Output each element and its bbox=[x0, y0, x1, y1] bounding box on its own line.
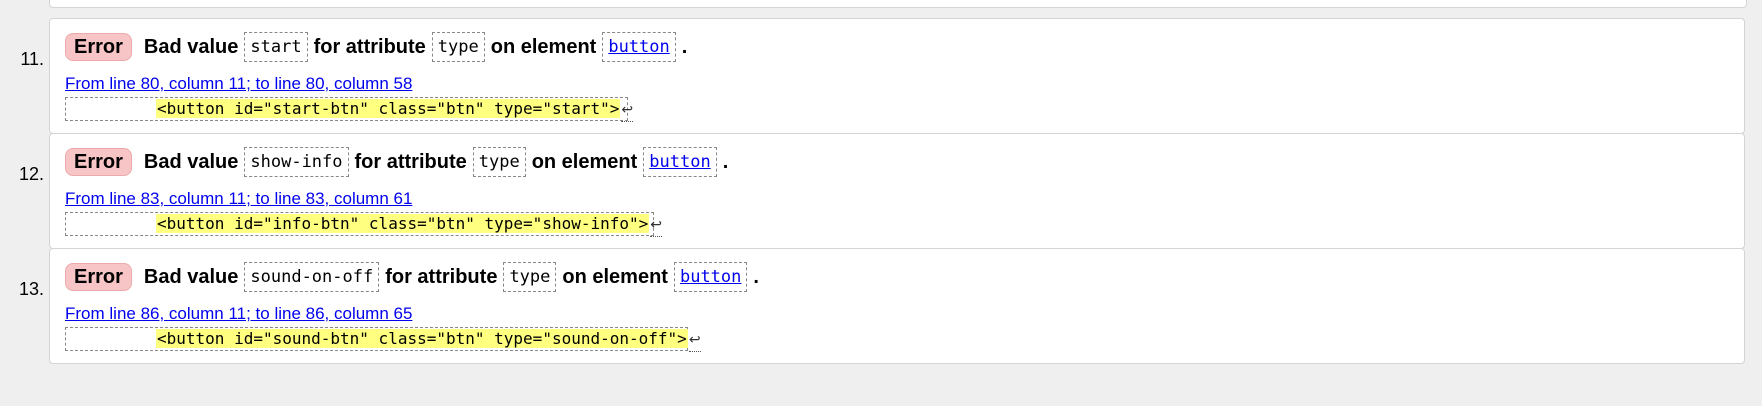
entry-number: 12. bbox=[18, 164, 44, 184]
entry-number: 11. bbox=[20, 49, 44, 69]
message-text: on element bbox=[562, 265, 668, 288]
message-text: on element bbox=[490, 35, 597, 58]
element-link[interactable]: button bbox=[673, 262, 748, 292]
message-text: Bad value bbox=[143, 150, 239, 173]
message-period: . bbox=[722, 150, 729, 173]
source-location-link[interactable]: From line 80, column 11; to line 80, col… bbox=[65, 74, 412, 94]
error-card: Error Bad value start for attribute type… bbox=[49, 18, 1745, 134]
highlighted-code: <button id="info-btn" class="btn" type="… bbox=[156, 214, 650, 233]
error-entry: 12. Error Bad value show-info for attrib… bbox=[0, 133, 1762, 251]
message-text: Bad value bbox=[143, 265, 239, 288]
error-message: Error Bad value start for attribute type… bbox=[65, 31, 687, 63]
error-message: Error Bad value sound-on-off for attribu… bbox=[65, 261, 759, 293]
error-badge: Error bbox=[65, 263, 132, 291]
return-icon: ↩ bbox=[621, 99, 634, 122]
return-icon: ↩ bbox=[650, 214, 663, 237]
message-period: . bbox=[681, 35, 688, 58]
previous-entry-card bbox=[49, 0, 1747, 8]
error-badge: Error bbox=[65, 33, 132, 61]
error-entry: 11. Error Bad value start for attribute … bbox=[0, 18, 1762, 136]
bad-value-code: sound-on-off bbox=[244, 262, 380, 292]
attribute-code: type bbox=[472, 147, 526, 177]
error-card: Error Bad value sound-on-off for attribu… bbox=[49, 248, 1745, 364]
code-extract: <button id="start-btn" class="btn" type=… bbox=[65, 97, 634, 122]
highlighted-code: <button id="start-btn" class="btn" type=… bbox=[156, 99, 621, 118]
highlighted-code: <button id="sound-btn" class="btn" type=… bbox=[156, 329, 688, 348]
message-text: Bad value bbox=[143, 35, 239, 58]
source-location-link[interactable]: From line 86, column 11; to line 86, col… bbox=[65, 304, 412, 324]
error-entry: 13. Error Bad value sound-on-off for att… bbox=[0, 248, 1762, 366]
error-badge: Error bbox=[65, 148, 132, 176]
message-text: for attribute bbox=[354, 150, 467, 173]
attribute-code: type bbox=[503, 262, 557, 292]
bad-value-code: show-info bbox=[244, 147, 349, 177]
source-location-link[interactable]: From line 83, column 11; to line 83, col… bbox=[65, 189, 412, 209]
message-text: on element bbox=[531, 150, 638, 173]
element-link[interactable]: button bbox=[643, 147, 717, 177]
element-link[interactable]: button bbox=[602, 32, 676, 62]
bad-value-code: start bbox=[244, 32, 308, 62]
code-extract: <button id="sound-btn" class="btn" type=… bbox=[65, 327, 701, 352]
code-extract: <button id="info-btn" class="btn" type="… bbox=[65, 212, 663, 237]
message-text: for attribute bbox=[385, 265, 498, 288]
message-text: for attribute bbox=[313, 35, 426, 58]
message-period: . bbox=[753, 265, 759, 288]
error-message: Error Bad value show-info for attribute … bbox=[65, 146, 728, 178]
entry-number: 13. bbox=[18, 279, 44, 299]
return-icon: ↩ bbox=[688, 329, 701, 352]
error-card: Error Bad value show-info for attribute … bbox=[49, 133, 1745, 249]
attribute-code: type bbox=[431, 32, 485, 62]
